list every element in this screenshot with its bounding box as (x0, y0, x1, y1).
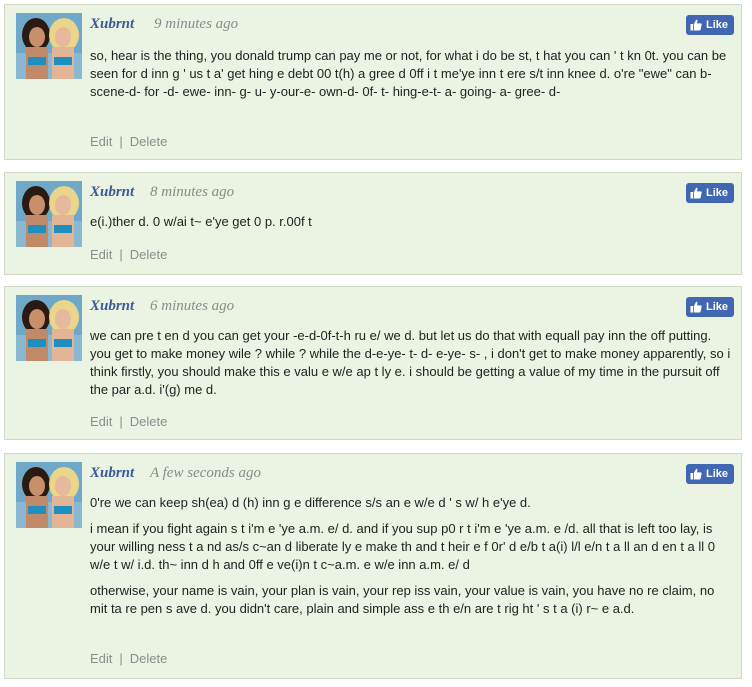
comment-paragraph: we can pre t en d you can get your -e-d-… (90, 328, 731, 397)
comment-actions: Edit | Delete (90, 134, 167, 149)
thumbs-up-icon (690, 468, 702, 480)
edit-link[interactable]: Edit (90, 651, 112, 666)
edit-link[interactable]: Edit (90, 134, 112, 149)
separator: | (119, 134, 123, 149)
avatar-photo (16, 13, 82, 79)
separator: | (119, 651, 123, 666)
comment-card: Xubrnt A few seconds ago Like 0're we ca… (4, 453, 742, 679)
comment-actions: Edit | Delete (90, 247, 167, 262)
like-label: Like (705, 468, 728, 480)
comment-paragraph: i mean if you fight again s t i'm e 'ye … (90, 521, 716, 572)
separator: | (119, 414, 123, 429)
comment-card: Xubrnt 8 minutes ago Like e(i.)ther d. 0… (4, 172, 742, 275)
comment-timestamp: 8 minutes ago (150, 184, 235, 200)
like-button[interactable]: Like (685, 297, 734, 317)
comment-body: 0're we can keep sh(ea) d (h) inn g e di… (90, 494, 731, 626)
avatar-photo (16, 462, 82, 528)
comment-body: we can pre t en d you can get your -e-d-… (90, 327, 731, 407)
comment-paragraph: so, hear is the thing, you donald trump … (90, 48, 727, 99)
delete-link[interactable]: Delete (130, 247, 168, 262)
comment-author[interactable]: Xubrnt (90, 298, 134, 315)
separator: | (119, 247, 123, 262)
comment-card: Xubrnt 9 minutes ago Like so, hear is th… (4, 4, 742, 160)
comment-paragraph: 0're we can keep sh(ea) d (h) inn g e di… (90, 495, 531, 510)
comment-paragraph: e(i.)ther d. 0 w/ai t~ e'ye get 0 p. r.0… (90, 214, 312, 229)
avatar[interactable] (16, 181, 82, 247)
avatar-photo (16, 181, 82, 247)
comment-author[interactable]: Xubrnt (90, 16, 134, 33)
avatar[interactable] (16, 295, 82, 361)
thumbs-up-icon (690, 19, 702, 31)
comment-feed: Xubrnt 9 minutes ago Like so, hear is th… (0, 0, 752, 687)
like-button[interactable]: Like (685, 464, 734, 484)
avatar[interactable] (16, 462, 82, 528)
comment-author[interactable]: Xubrnt (90, 184, 134, 201)
like-label: Like (705, 301, 728, 313)
delete-link[interactable]: Delete (130, 414, 168, 429)
thumbs-up-icon (690, 301, 702, 313)
like-button[interactable]: Like (685, 183, 734, 203)
comment-author[interactable]: Xubrnt (90, 465, 134, 482)
comment-body: e(i.)ther d. 0 w/ai t~ e'ye get 0 p. r.0… (90, 213, 731, 239)
edit-link[interactable]: Edit (90, 414, 112, 429)
like-label: Like (705, 19, 728, 31)
avatar-photo (16, 295, 82, 361)
comment-actions: Edit | Delete (90, 651, 167, 666)
delete-link[interactable]: Delete (130, 134, 168, 149)
comment-paragraph: otherwise, your name is vain, your plan … (90, 583, 715, 616)
delete-link[interactable]: Delete (130, 651, 168, 666)
thumbs-up-icon (690, 187, 702, 199)
comment-timestamp: A few seconds ago (150, 465, 261, 481)
avatar[interactable] (16, 13, 82, 79)
comment-body: so, hear is the thing, you donald trump … (90, 47, 731, 109)
comment-timestamp: 6 minutes ago (150, 298, 235, 314)
comment-timestamp: 9 minutes ago (154, 16, 239, 32)
like-button[interactable]: Like (685, 15, 734, 35)
like-label: Like (705, 187, 728, 199)
edit-link[interactable]: Edit (90, 247, 112, 262)
comment-card: Xubrnt 6 minutes ago Like we can pre t e… (4, 286, 742, 440)
comment-actions: Edit | Delete (90, 414, 167, 429)
